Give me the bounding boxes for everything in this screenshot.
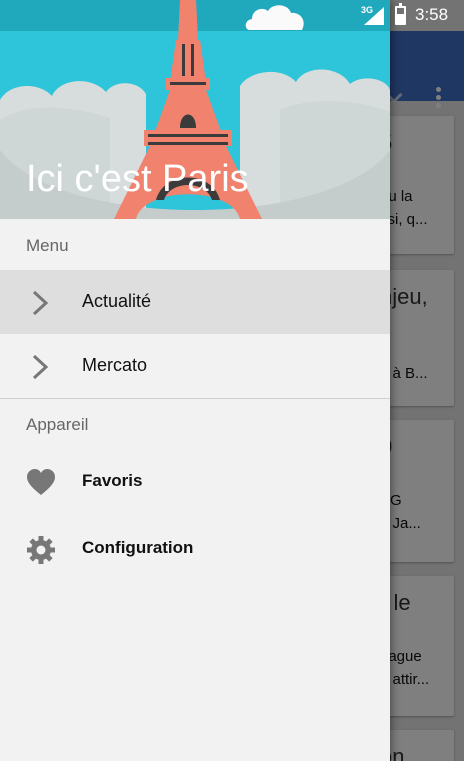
- nav-item-label: Mercato: [82, 355, 148, 375]
- status-time: 3:58: [415, 5, 449, 24]
- chevron-right-icon: [32, 354, 49, 380]
- drawer-header: Ici c'est Paris: [0, 0, 390, 219]
- navigation-drawer: Ici c'est Paris Menu Actualité Mercato A…: [0, 0, 390, 761]
- nav-item-label: Favoris: [82, 471, 143, 490]
- nav-item-configuration[interactable]: Configuration: [0, 517, 390, 581]
- nav-item-favoris[interactable]: Favoris: [0, 450, 390, 514]
- nav-item-actualite[interactable]: Actualité: [0, 270, 390, 334]
- nav-item-mercato[interactable]: Mercato: [0, 334, 390, 398]
- heart-icon: [27, 469, 55, 495]
- battery-icon: [395, 3, 406, 25]
- gear-icon: [27, 536, 55, 564]
- status-bar: 3G 3:58: [0, 0, 464, 31]
- drawer-header-title: Ici c'est Paris: [26, 158, 249, 200]
- section-label-menu: Menu: [26, 236, 69, 255]
- section-divider: [0, 398, 390, 399]
- chevron-right-icon: [32, 290, 49, 316]
- nav-item-label: Actualité: [82, 291, 152, 311]
- section-label-appareil: Appareil: [26, 415, 89, 434]
- signal-icon: [364, 7, 384, 25]
- nav-item-label: Configuration: [82, 538, 194, 557]
